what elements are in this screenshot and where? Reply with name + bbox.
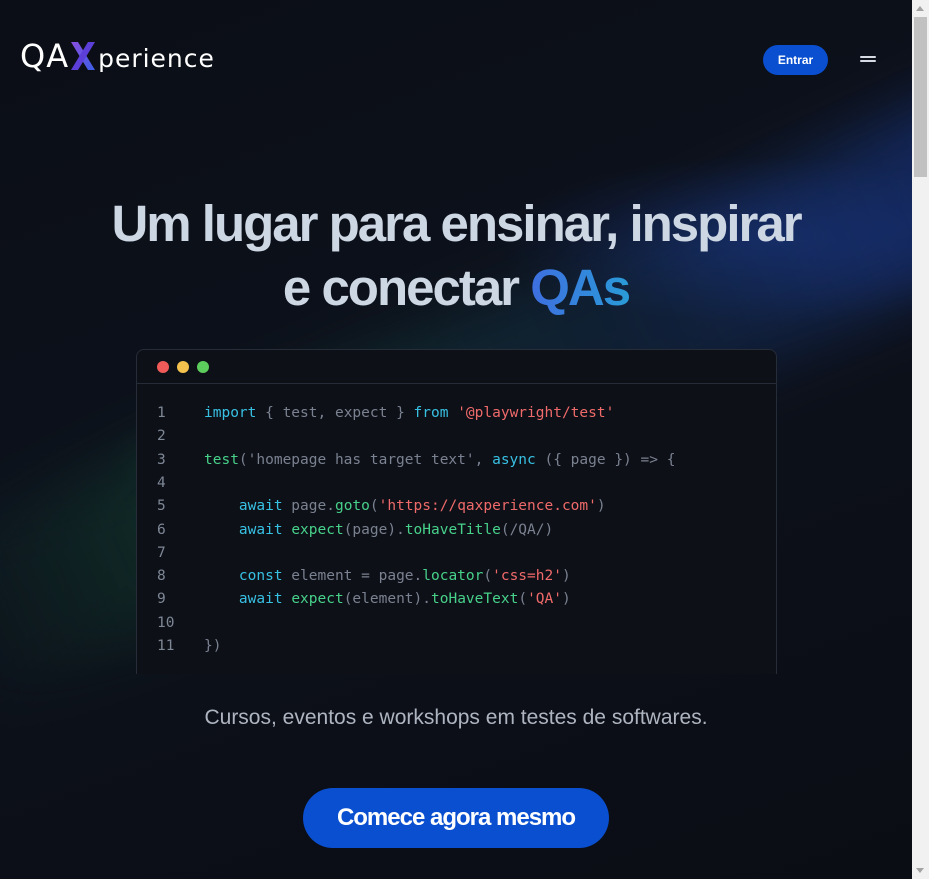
menu-icon[interactable]	[856, 52, 880, 66]
code-window: 1 import { test, expect } from '@playwrig…	[136, 349, 777, 674]
code-token: { test, expect }	[256, 405, 414, 421]
site-logo[interactable]: QA perience	[20, 36, 215, 76]
code-token: 'https://qaxperience.com'	[378, 498, 597, 515]
code-window-titlebar	[137, 350, 776, 384]
code-token: page.	[282, 498, 335, 515]
logo-text-qa: QA	[20, 37, 70, 75]
cta-button[interactable]: Comece agora mesmo	[303, 788, 609, 848]
code-token: (element).	[343, 591, 432, 608]
code-token: test	[204, 451, 239, 468]
window-dot-red	[157, 361, 169, 373]
code-token: })	[204, 638, 222, 654]
code-line-text: test('homepage has target text', async (…	[204, 450, 675, 470]
hero-title-line1: Um lugar para ensinar, inspirar	[111, 195, 802, 252]
hero-title: Um lugar para ensinar, inspirar e conect…	[0, 192, 912, 320]
code-line: 10	[137, 613, 776, 633]
scrollbar[interactable]	[912, 0, 929, 879]
code-token: )	[561, 568, 571, 585]
window-dot-green	[197, 361, 209, 373]
menu-icon-bar-bottom	[860, 60, 876, 62]
code-token: from	[413, 405, 449, 421]
code-line-text: await expect(page).toHaveTitle(/QA/)	[204, 520, 553, 540]
code-token: locator	[422, 568, 484, 585]
code-line: 1 import { test, expect } from '@playwrig…	[137, 403, 776, 423]
code-line: 9 await expect(element).toHaveText('QA')	[137, 589, 776, 609]
code-line-number: 7	[157, 544, 166, 561]
code-token: (	[518, 591, 528, 608]
code-token: ({ page }) => {	[535, 451, 676, 468]
window-dot-yellow	[177, 361, 189, 373]
code-token: expect	[291, 591, 344, 608]
code-token: await	[238, 591, 283, 608]
code-token: '@playwright/test'	[457, 405, 615, 421]
code-line-text: const element = page.locator('css=h2')	[204, 566, 571, 586]
code-line: 7	[137, 543, 776, 563]
code-token: toHaveText	[431, 591, 519, 608]
code-token: (page).	[343, 521, 405, 538]
code-token: )	[596, 498, 606, 515]
code-token: async	[492, 451, 536, 468]
code-line: 8 const element = page.locator('css=h2')	[137, 566, 776, 586]
code-token: goto	[334, 498, 370, 515]
scroll-down-arrow-icon[interactable]	[912, 862, 929, 879]
code-line-number: 11	[157, 638, 175, 654]
code-line-number: 4	[157, 474, 166, 491]
code-token: ('homepage has target text',	[238, 451, 493, 468]
logo-x-mark	[71, 42, 96, 70]
code-token: await	[238, 498, 283, 515]
code-line-text: await page.goto('https://qaxperience.com…	[204, 496, 606, 516]
code-line-text: import { test, expect } from '@playwrigh…	[204, 403, 614, 423]
code-line-number: 6	[157, 521, 166, 538]
code-token: import	[204, 405, 257, 421]
code-line-number: 8	[157, 568, 166, 585]
scroll-up-arrow-icon[interactable]	[912, 0, 929, 17]
code-line: 4	[137, 473, 776, 493]
login-button[interactable]: Entrar	[763, 45, 828, 75]
logo-text-perience: perience	[98, 43, 215, 73]
code-line: 3 test('homepage has target text', async …	[137, 450, 776, 470]
code-token: expect	[291, 521, 344, 538]
hero-title-accent: QAs	[530, 259, 631, 316]
code-line: 11})	[137, 636, 776, 656]
code-line-text: await expect(element).toHaveText('QA')	[204, 589, 571, 609]
code-token: (	[483, 568, 493, 585]
code-line: 5 await page.goto('https://qaxperience.c…	[137, 496, 776, 516]
code-line-text: })	[204, 636, 221, 656]
page: QA perience Entrar Um lugar para ensinar…	[0, 0, 912, 879]
code-token: element = page.	[282, 568, 423, 585]
code-line-number: 9	[157, 591, 166, 608]
scrollbar-thumb[interactable]	[914, 17, 927, 177]
code-line: 6 await expect(page).toHaveTitle(/QA/)	[137, 520, 776, 540]
code-token: (/QA/)	[500, 521, 554, 538]
code-token: (	[369, 498, 379, 515]
code-token: 'css=h2'	[492, 568, 562, 585]
code-line-number: 3	[157, 451, 166, 468]
code-line-number: 2	[157, 428, 166, 445]
code-token: const	[238, 568, 283, 585]
code-line-number: 1	[157, 405, 166, 421]
code-token: 'QA'	[527, 591, 562, 608]
hero-title-line2: e conectar	[282, 259, 531, 316]
code-line-number: 5	[157, 498, 166, 515]
code-token: )	[561, 591, 571, 608]
menu-icon-bar-top	[860, 56, 876, 58]
code-token: toHaveTitle	[404, 521, 501, 538]
code-line-number: 10	[157, 614, 175, 631]
code-token: await	[238, 521, 283, 538]
code-line: 2	[137, 426, 776, 446]
hero-subtitle: Cursos, eventos e workshops em testes de…	[204, 706, 708, 729]
